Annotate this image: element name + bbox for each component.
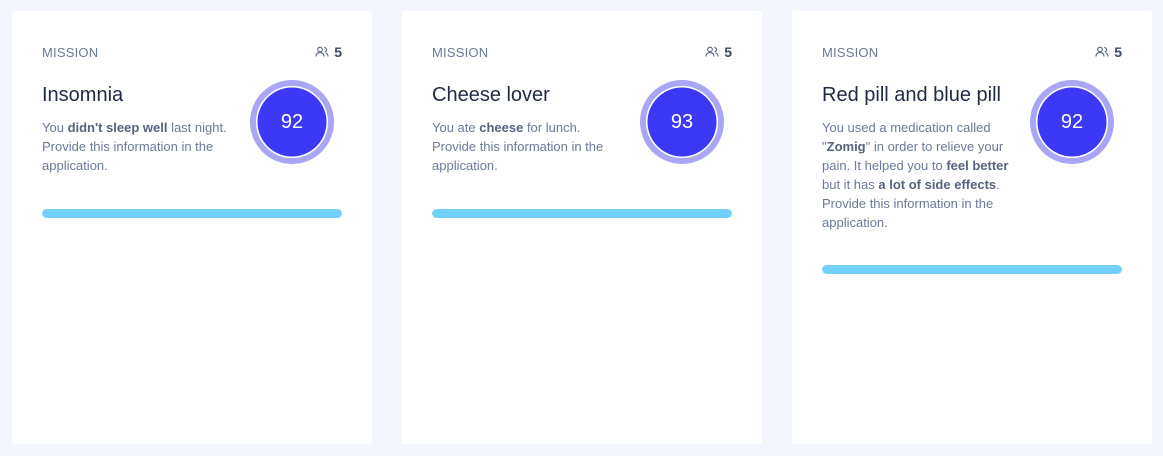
participants-count: 5 — [724, 44, 732, 60]
card-description: You used a medication called "Zomig" in … — [822, 120, 1009, 230]
card-header: MISSION 5 — [432, 44, 732, 60]
progress-fill — [432, 209, 732, 218]
score-value: 92 — [1060, 111, 1084, 133]
card-title: Red pill and blue pill — [822, 84, 1002, 106]
participants: 5 — [315, 44, 342, 60]
mission-card[interactable]: MISSION 5 Red pill and blue pill You use… — [792, 11, 1152, 444]
score-badge: 92 — [250, 80, 334, 164]
score-badge: 92 — [1030, 80, 1114, 164]
users-icon — [705, 46, 719, 58]
score-value: 92 — [280, 111, 304, 133]
participants: 5 — [705, 44, 732, 60]
card-header: MISSION 5 — [42, 44, 342, 60]
card-body: Insomnia You didn't sleep well last nigh… — [42, 80, 342, 176]
score-value: 93 — [670, 111, 694, 133]
score-badge: 93 — [640, 80, 724, 164]
mission-label: MISSION — [822, 44, 879, 60]
progress-bar — [822, 265, 1122, 274]
card-header: MISSION 5 — [822, 44, 1122, 60]
card-body: Red pill and blue pill You used a medica… — [822, 80, 1122, 232]
card-title: Cheese lover — [432, 84, 550, 106]
mission-card[interactable]: MISSION 5 Insomnia You didn't sleep well… — [12, 11, 372, 444]
participants: 5 — [1095, 44, 1122, 60]
progress-fill — [42, 209, 342, 218]
progress-bar — [42, 209, 342, 218]
mission-card[interactable]: MISSION 5 Cheese lover You ate cheese fo… — [402, 11, 762, 444]
mission-label: MISSION — [42, 44, 99, 60]
card-body: Cheese lover You ate cheese for lunch. P… — [432, 80, 732, 176]
progress-fill — [822, 265, 1122, 274]
mission-label: MISSION — [432, 44, 489, 60]
card-description: You didn't sleep well last night. Provid… — [42, 120, 227, 173]
card-title: Insomnia — [42, 84, 124, 106]
participants-count: 5 — [334, 44, 342, 60]
users-icon — [1095, 46, 1109, 58]
mission-cards: MISSION 5 Insomnia You didn't sleep well… — [0, 0, 1163, 456]
progress-bar — [432, 209, 732, 218]
card-description: You ate cheese for lunch. Provide this i… — [432, 120, 604, 173]
users-icon — [315, 46, 329, 58]
participants-count: 5 — [1114, 44, 1122, 60]
